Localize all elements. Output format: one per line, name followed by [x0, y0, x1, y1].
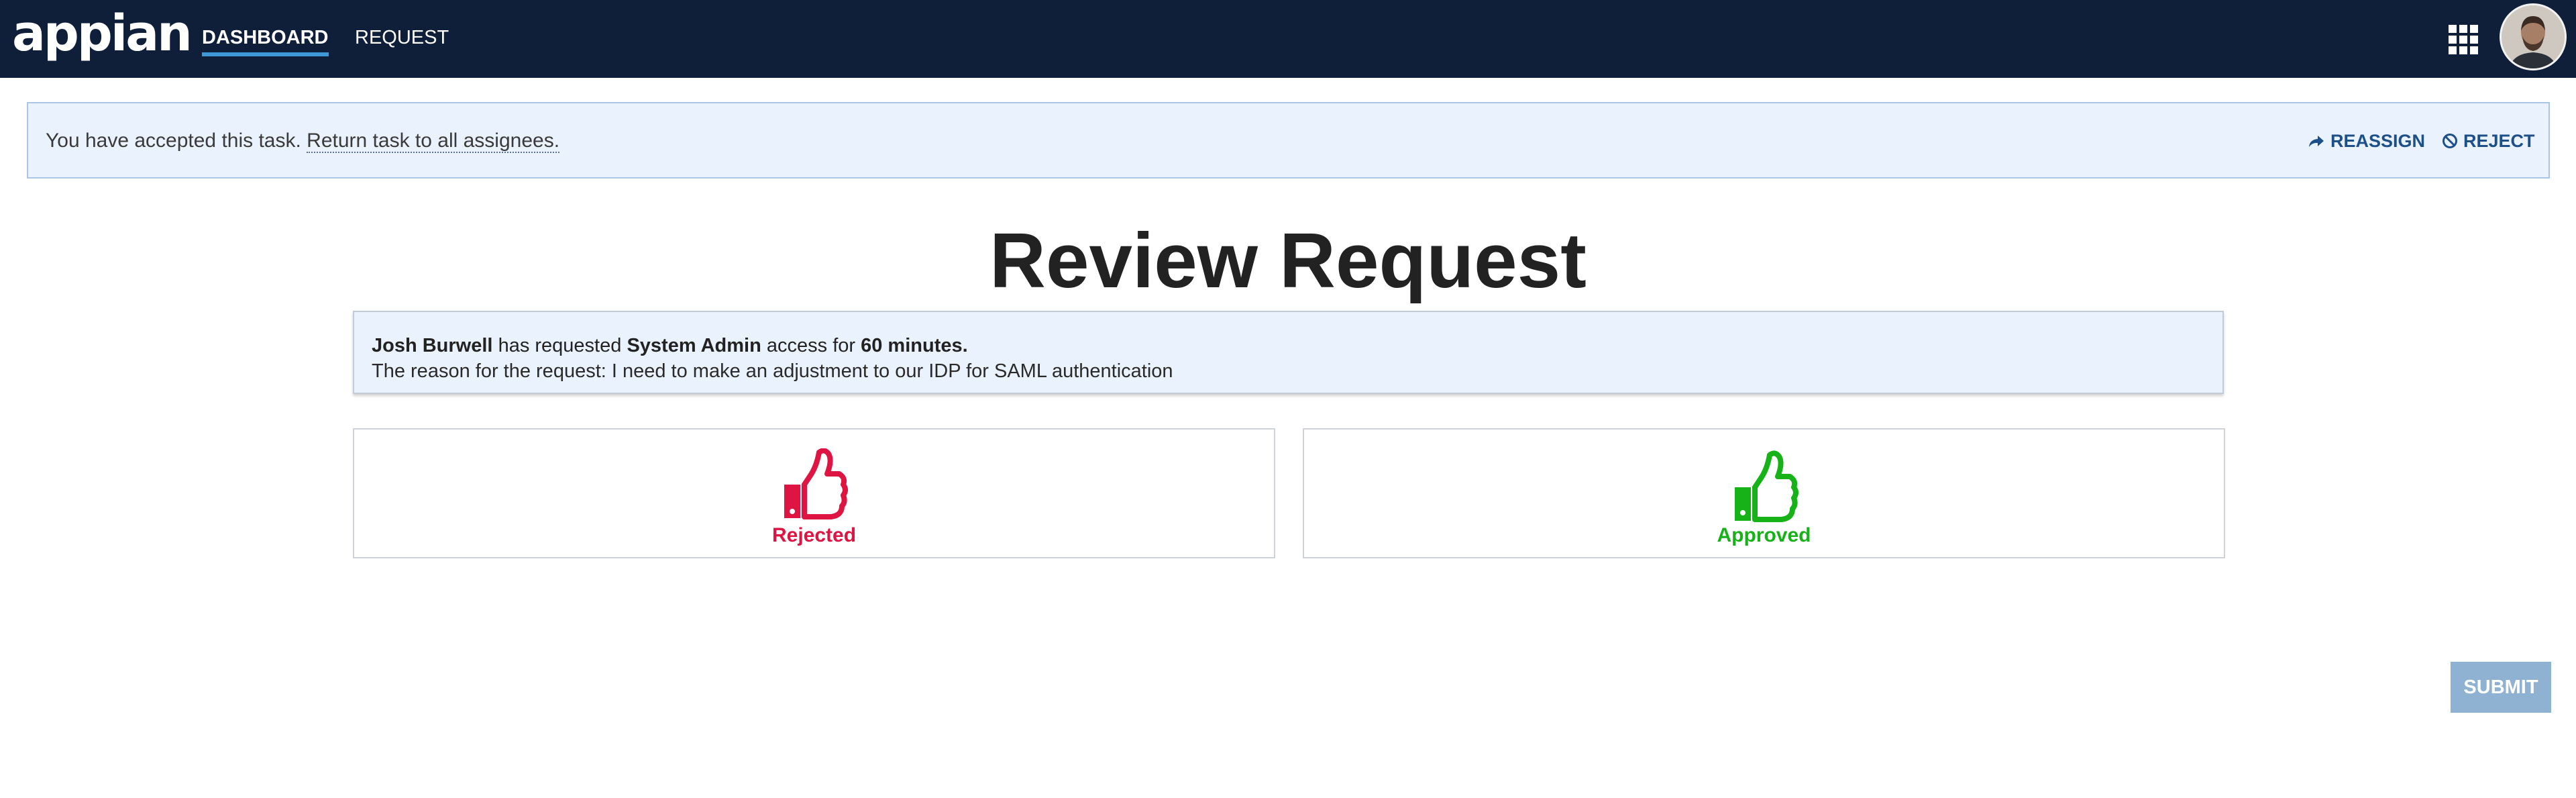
reassign-button[interactable]: REASSIGN [2308, 129, 2425, 153]
reject-task-label: REJECT [2463, 131, 2535, 151]
requested-duration: 60 minutes. [861, 335, 968, 356]
reassign-label: REASSIGN [2330, 131, 2426, 151]
nav-tab-request[interactable]: REQUEST [355, 24, 449, 56]
share-arrow-icon [2309, 136, 2324, 147]
appian-logo[interactable]: appian [12, 8, 193, 59]
nav-tab-dashboard[interactable]: DASHBOARD [202, 24, 329, 56]
avatar-photo-icon [2502, 5, 2565, 68]
reason-text: I need to make an adjustment to our IDP … [611, 360, 1173, 382]
reject-task-button[interactable]: REJECT [2442, 129, 2535, 153]
task-status-text: You have accepted this task. Return task… [46, 129, 560, 153]
top-navigation-bar: appian DASHBOARD REQUEST [0, 0, 2576, 78]
access-for-text: access for [766, 335, 856, 356]
request-reason: The reason for the request: I need to ma… [372, 359, 1173, 383]
submit-button[interactable]: SUBMIT [2451, 662, 2551, 713]
reason-prefix: The reason for the request: [372, 360, 606, 382]
thumbs-up-icon [1735, 450, 1799, 522]
page-title: Review Request [989, 217, 1587, 304]
task-accepted-banner: You have accepted this task. Return task… [27, 102, 2550, 179]
return-task-link[interactable]: Return task to all assignees. [307, 130, 560, 153]
approve-decision-card[interactable]: Approved [1303, 428, 2225, 558]
task-status-message: You have accepted this task. [46, 130, 301, 152]
requested-role: System Admin [627, 335, 761, 356]
user-avatar[interactable] [2500, 3, 2567, 70]
request-details-box: Josh Burwell has requested System Admin … [353, 311, 2224, 394]
thumbs-down-icon [784, 448, 848, 519]
reject-decision-card[interactable]: Rejected [353, 428, 1275, 558]
requester-name: Josh Burwell [372, 335, 493, 356]
rejected-label: Rejected [771, 524, 857, 546]
has-requested-text: has requested [498, 335, 622, 356]
grid-icon[interactable] [2449, 25, 2478, 54]
prohibited-icon [2443, 134, 2457, 148]
approved-label: Approved [1717, 524, 1811, 546]
request-summary: Josh Burwell has requested System Admin … [372, 334, 968, 358]
